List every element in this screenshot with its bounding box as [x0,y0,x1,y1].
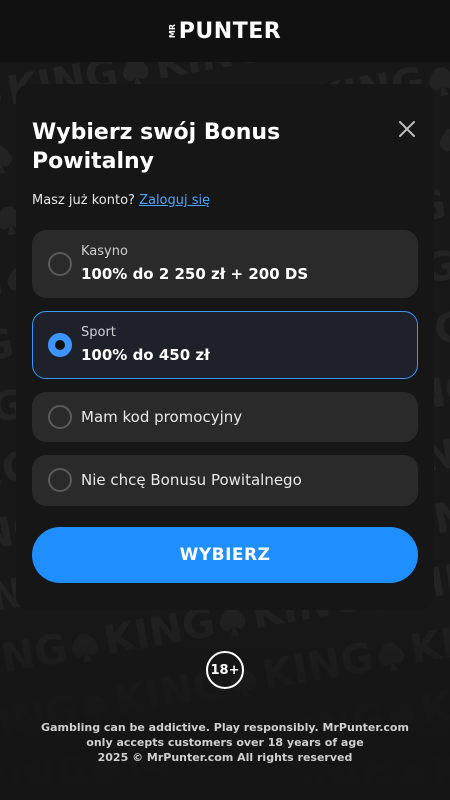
option-sport[interactable]: Sport 100% do 450 zł [32,311,418,379]
option-promo-code-label: Mam kod promocyjny [81,408,243,426]
login-prompt: Masz już konto? [32,193,135,208]
option-casino[interactable]: Kasyno 100% do 2 250 zł + 200 DS [32,230,418,298]
option-casino-offer: 100% do 2 250 zł + 200 DS [81,265,309,283]
bonus-modal: Wybierz swój Bonus Powitalny Masz już ko… [16,84,434,610]
footer-text: Gambling can be addictive. Play responsi… [30,720,420,765]
submit-button[interactable]: WYBIERZ [32,527,418,583]
login-link[interactable]: Zaloguj się [139,193,210,208]
option-sport-offer: 100% do 450 zł [81,346,210,364]
logo-word: PUNTER [178,18,282,44]
radio-casino[interactable] [48,252,72,276]
option-promo-code[interactable]: Mam kod promocyjny [32,392,418,442]
age-restriction-badge: 18+ [206,651,244,689]
close-button[interactable] [398,120,416,138]
radio-sport[interactable] [48,333,72,357]
option-no-bonus[interactable]: Nie chcę Bonusu Powitalnego [32,455,418,506]
logo-prefix: MR [167,23,177,39]
footer-disclaimer: Gambling can be addictive. Play responsi… [41,721,409,749]
background-fade [0,590,450,800]
radio-no-bonus[interactable] [48,468,72,492]
radio-promo-code[interactable] [48,405,72,429]
login-prompt-line: Masz już konto? Zaloguj się [32,193,210,208]
page: MR PUNTER KING Wybierz swój Bonus Powita… [0,0,450,800]
option-no-bonus-label: Nie chcę Bonusu Powitalnego [81,471,302,489]
modal-title: Wybierz swój Bonus Powitalny [32,120,281,174]
footer-copyright: 2025 © MrPunter.com All rights reserved [97,751,353,764]
option-sport-label: Sport [81,325,116,340]
logo[interactable]: MR PUNTER [167,18,282,44]
close-icon [399,121,415,137]
option-casino-label: Kasyno [81,244,128,259]
top-header: MR PUNTER [0,0,450,62]
